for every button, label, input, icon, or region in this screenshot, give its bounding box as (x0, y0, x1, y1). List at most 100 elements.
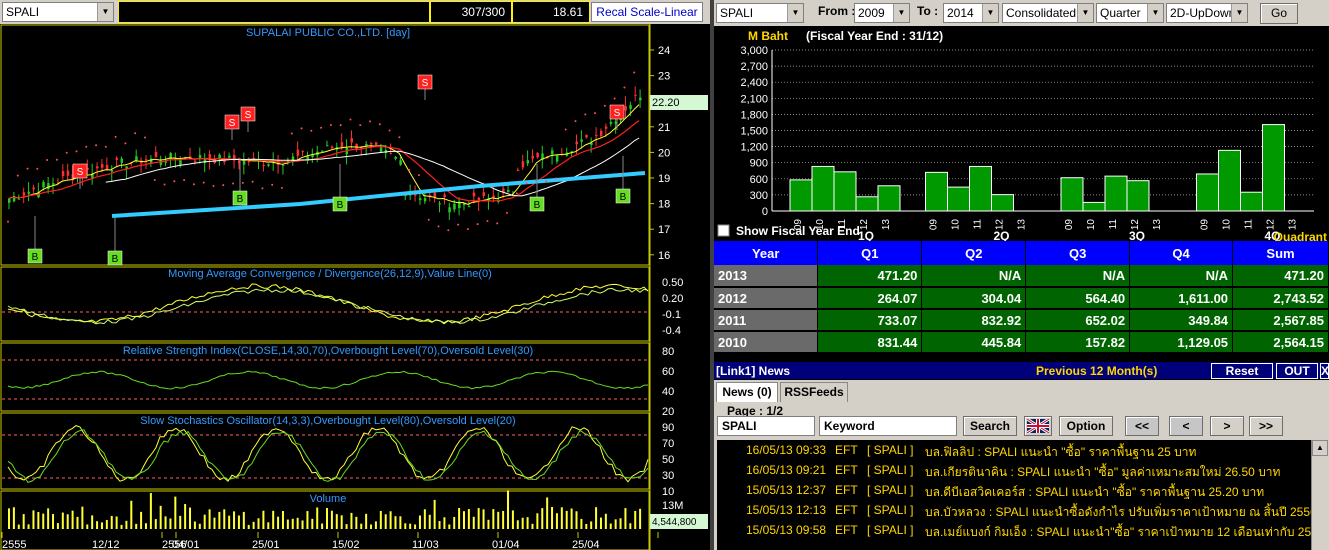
table-row[interactable]: 2012 264.07 304.04 564.40 1,611.00 2,743… (714, 287, 1329, 310)
candle-body (418, 198, 422, 201)
col-header[interactable]: Sum (1232, 241, 1329, 265)
to-year-select[interactable]: 2014 ▼ (943, 3, 999, 23)
col-header[interactable]: Q1 (817, 241, 923, 265)
news-item[interactable]: 15/05/13 12:13 EFT[ SPALI ] บล.บัวหลวง : S… (717, 500, 1311, 520)
unit-label: M Baht (748, 29, 788, 43)
table-row[interactable]: 2010 831.44 445.84 157.82 1,129.05 2,564… (714, 331, 1329, 354)
news-list[interactable]: 16/05/13 09:33 EFT[ SPALI ] บล.ฟิลลิป : SP… (717, 440, 1311, 550)
volume-bar (428, 514, 431, 529)
chevron-down-icon[interactable]: ▼ (787, 4, 803, 22)
volume-bar (551, 506, 554, 529)
view-select[interactable]: 2D-UpDown ▼ (1166, 3, 1248, 23)
sar-dot (564, 128, 567, 131)
candle-body (154, 151, 158, 157)
go-button[interactable]: Go (1260, 3, 1298, 24)
news-item[interactable]: 16/05/13 09:33 EFT[ SPALI ] บล.ฟิลลิป : SP… (717, 440, 1311, 460)
scroll-up-icon[interactable]: ▲ (1312, 440, 1328, 456)
volume-bar (482, 509, 485, 529)
statement-type-select[interactable]: Consolidated ▼ (1002, 3, 1094, 23)
candle-body (105, 164, 109, 170)
from-year-select[interactable]: 2009 ▼ (854, 3, 910, 23)
first-page-button[interactable]: << (1125, 416, 1159, 436)
close-icon[interactable]: X (1320, 363, 1329, 379)
symbol-select[interactable]: SPALI ▼ (2, 2, 114, 22)
news-item[interactable]: 15/05/13 09:58 EFT [ SPALI ] บล.เมย์แบงก์ ก… (717, 520, 1311, 540)
chevron-down-icon[interactable]: ▼ (97, 3, 113, 21)
sar-dot (594, 112, 597, 115)
show-fiscal-label: Show Fiscal Year End (736, 224, 860, 238)
volume-bar (56, 523, 59, 529)
signal-letter: B (620, 192, 627, 203)
count-readout: 307/300 (430, 1, 512, 23)
price-chart[interactable]: SUPALAI PUBLIC CO.,LTD. [day]24232221201… (0, 24, 710, 550)
y-tick-label: 2,700 (740, 61, 768, 73)
news-scrollbar[interactable]: ▲ (1311, 440, 1328, 550)
price-tick-label: 24 (658, 45, 670, 57)
prev-page-button[interactable]: < (1169, 416, 1203, 436)
value-cell: 2,743.52 (1232, 287, 1329, 310)
volume-bar (257, 518, 260, 529)
sar-dot (359, 124, 362, 127)
candle-body (223, 160, 226, 163)
financial-pane: SPALI ▼ From : 2009 ▼ To : 2014 ▼ Consol… (714, 0, 1329, 550)
period-select[interactable]: Quarter ▼ (1096, 3, 1164, 23)
sar-dot (55, 158, 58, 161)
date-label: 11/03 (412, 539, 439, 550)
tab-rssfeeds[interactable]: RSSFeeds (780, 382, 848, 402)
volume-bar (228, 515, 231, 529)
col-header[interactable]: Q3 (1025, 241, 1131, 265)
value-cell: 471.20 (817, 265, 923, 288)
chevron-down-icon[interactable]: ▼ (1231, 4, 1247, 22)
price-tick-label: 23 (658, 71, 670, 83)
recal-scale-button[interactable]: Recal Scale-Linear (591, 2, 703, 22)
sar-dot (339, 124, 342, 127)
sar-dot (476, 223, 479, 226)
candle-body (467, 206, 471, 208)
col-header[interactable]: Year (714, 241, 819, 265)
chevron-down-icon[interactable]: ▼ (1077, 4, 1093, 22)
sar-dot (290, 132, 293, 135)
sar-dot (623, 86, 626, 89)
volume-bar (66, 514, 69, 529)
sar-dot (457, 223, 460, 226)
chevron-down-icon[interactable]: ▼ (982, 4, 998, 22)
value-cell: 733.07 (817, 309, 923, 332)
volume-bar (125, 520, 128, 529)
table-row[interactable]: 2011 733.07 832.92 652.02 349.84 2,567.8… (714, 309, 1329, 332)
keyword-input[interactable]: Keyword (819, 416, 957, 436)
news-item[interactable]: 15/05/13 12:37 EFT[ SPALI ] บล.ดีบีเอสวิคเ… (717, 480, 1311, 500)
volume-bar (399, 516, 402, 529)
candle-body (350, 138, 353, 143)
news-datetime: 15/05/13 09:58 (746, 523, 827, 537)
chevron-down-icon[interactable]: ▼ (1147, 4, 1163, 22)
sar-dot (584, 113, 587, 116)
candle-body (595, 135, 598, 137)
col-header[interactable]: Q2 (921, 241, 1027, 265)
year-tick-label: 10 (951, 219, 962, 231)
fin-symbol-select[interactable]: SPALI ▼ (716, 3, 804, 23)
option-button[interactable]: Option (1059, 416, 1113, 436)
next-page-button[interactable]: > (1210, 416, 1244, 436)
volume-bar (272, 510, 275, 529)
col-header[interactable]: Q4 (1129, 241, 1234, 265)
tab-news[interactable]: News (0) (716, 382, 778, 402)
volume-bar (105, 520, 108, 529)
news-source: EFT (835, 463, 858, 477)
sar-dot (183, 179, 186, 182)
symbol-select-value: SPALI (6, 5, 40, 19)
volume-bar (12, 507, 15, 529)
last-page-button[interactable]: >> (1249, 416, 1283, 436)
volume-bar (47, 508, 50, 529)
volume-bar (154, 519, 157, 529)
reset-button[interactable]: Reset (1211, 363, 1273, 379)
out-button[interactable]: OUT (1276, 363, 1318, 379)
volume-bar (555, 513, 558, 529)
language-flag-button[interactable] (1024, 416, 1052, 436)
chevron-down-icon[interactable]: ▼ (893, 4, 909, 22)
news-symbol-input[interactable]: SPALI (717, 416, 815, 436)
volume-bar (423, 509, 426, 529)
news-item[interactable]: 16/05/13 09:21 EFT[ SPALI ] บล.เกียรตินาคิ… (717, 460, 1311, 480)
y-tick-label: 2,100 (740, 93, 768, 105)
table-row[interactable]: 2013 471.20 N/A N/A N/A 471.20 (714, 265, 1329, 288)
search-button[interactable]: Search (963, 416, 1017, 436)
